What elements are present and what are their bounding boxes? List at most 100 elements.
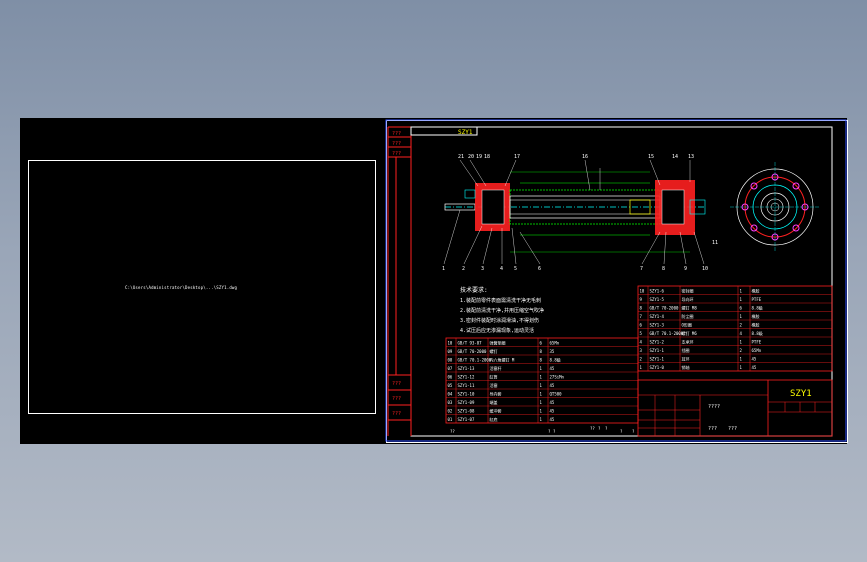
svg-text:16: 16 xyxy=(582,154,588,160)
bom-left-cell: 65Mn xyxy=(550,341,560,346)
notes-title: 技术要求: xyxy=(460,286,488,294)
bom-right-cell: 3 xyxy=(640,348,643,353)
bom-right-cell: 2 xyxy=(640,357,643,362)
bom-left-cell: 06 xyxy=(448,375,453,380)
bom-left-cell: 05 xyxy=(448,383,453,388)
bom-right-cell: SZY1-4 xyxy=(650,314,665,319)
callouts-top: 21 20 19 18 17 16 15 14 13 xyxy=(458,154,694,160)
bom-left-cell: 08 xyxy=(448,358,453,363)
bom-left-cell: 活塞杆 xyxy=(490,365,502,371)
bom-left-cell: 8.8级 xyxy=(550,357,561,363)
svg-text:3: 3 xyxy=(481,266,484,272)
bom-right-cell: 1 xyxy=(740,314,743,319)
bom-right-cell: 耳环 xyxy=(682,357,690,362)
bom-right-cell: SZY1-5 xyxy=(650,297,665,302)
side-label-bottom-1: ??? xyxy=(392,381,401,387)
bom-right-cell: 橡胶 xyxy=(752,322,760,328)
svg-text:5: 5 xyxy=(514,266,517,272)
bom-left-cell: 07 xyxy=(448,366,453,371)
svg-text:7: 7 xyxy=(640,266,643,272)
outer-frame-blue xyxy=(385,119,847,442)
svg-text:21: 21 xyxy=(458,154,464,160)
bom-right-cell: 1 xyxy=(640,365,643,370)
note-1: 1.装配前零件表面需清洗干净无毛刺 xyxy=(460,297,541,304)
bom-left-cell: 03 xyxy=(448,400,453,405)
svg-text:?: ? xyxy=(620,429,623,434)
bom-left-cell: 09 xyxy=(448,349,453,354)
title-block: SZY1 ???? ??? ??? xyxy=(637,379,833,437)
bom-right-cell: 挡圈 xyxy=(682,347,690,353)
bom-table-left: 10 GB/T 93-87 弹簧垫圈 6 65Mn 09 GB/T 70-2000 螺钉 8 35… xyxy=(445,337,639,424)
bom-right-cell: 防尘圈 xyxy=(682,313,694,319)
bom-left-cell: 45 xyxy=(550,409,555,414)
svg-text:14: 14 xyxy=(672,154,678,160)
svg-text:20: 20 xyxy=(468,154,474,160)
bom-left-cell: 活塞 xyxy=(490,382,498,388)
bom-right-cell: SZY1-0 xyxy=(650,365,665,370)
bom-left-cell: 1 xyxy=(540,392,543,397)
callouts-bottom: 1 2 3 4 5 6 7 8 9 10 11 xyxy=(442,240,718,272)
bom-right-cell: 65Mn xyxy=(752,348,762,353)
bom-right-cell: 销轴 xyxy=(682,364,690,370)
bom-left-cell: 45 xyxy=(550,366,555,371)
bom-left-cell: 8 xyxy=(540,349,543,354)
bom-right-cell: 45 xyxy=(752,365,757,370)
bom-left-cell: 缓冲套 xyxy=(490,408,502,414)
bom-right-cell: 7 xyxy=(640,314,643,319)
bom-right-cell: 8.8级 xyxy=(752,305,763,311)
bom-table-right: 10 SZY1-6 密封圈 1 橡胶 9 SZY1-5 导向环 1 PTFE 8 GB/T 70-20… xyxy=(637,285,833,372)
bom-left-cell: 导向套 xyxy=(490,391,502,397)
bom-right-cell: 1 xyxy=(740,289,743,294)
bom-right-cell: 2 xyxy=(740,323,743,328)
bom-left-cell: SZY1-12 xyxy=(458,375,475,380)
bom-left-cell: 1 xyxy=(540,409,543,414)
left-label-3: ??? xyxy=(392,151,401,157)
bom-left-cell: SZY1-07 xyxy=(458,417,475,422)
left-label-1: ??? xyxy=(392,131,401,137)
note-2: 2.装配前清洗干净,并用压缩空气吹净 xyxy=(460,307,544,314)
svg-text:?: ? xyxy=(605,426,608,431)
svg-text:15: 15 xyxy=(648,154,654,160)
bom-right-cell: 1 xyxy=(740,340,743,345)
cylinder-assembly xyxy=(444,168,706,253)
bom-left-cell: SZY1-13 xyxy=(458,366,475,371)
svg-text:11: 11 xyxy=(712,240,718,246)
bom-left-cell: 1 xyxy=(540,417,543,422)
bom-left-cell: 螺钉 xyxy=(490,348,498,354)
bom-left-cell: 27SiMn xyxy=(550,375,565,380)
bom-left-cell: 1 xyxy=(540,400,543,405)
bom-right-cell: 1 xyxy=(740,365,743,370)
bom-right-cell: PTFE xyxy=(752,297,762,302)
bom-right-cell: SZY1-1 xyxy=(650,348,665,353)
bom-left-cell: 10 xyxy=(448,341,453,346)
note-4: 4.试压后应无渗漏现象,运动灵活 xyxy=(460,327,534,334)
bom-left-cell: 6 xyxy=(540,341,543,346)
bom-right-cell: GB/T 70.1-2000 xyxy=(650,331,684,336)
bom-right-cell: 9 xyxy=(640,297,643,302)
bom-right-cell: 4 xyxy=(740,331,743,336)
end-view-flange xyxy=(730,162,820,252)
svg-text:1: 1 xyxy=(442,266,445,272)
title-block-label-2: ??? xyxy=(708,426,717,432)
bom-right-cell: 导向环 xyxy=(682,296,694,302)
cad-drawing: ??? ??? ??? ??? ??? ??? SZY1 21 20 19 18… xyxy=(385,119,847,442)
bom-right-cell: 支承环 xyxy=(682,339,694,345)
bom-left-cell: 45 xyxy=(550,400,555,405)
svg-text:6: 6 xyxy=(538,266,541,272)
title-block-label-1: ???? xyxy=(708,404,720,410)
side-label-bottom-3: ??? xyxy=(392,411,401,417)
bom-right-cell: 6 xyxy=(740,306,743,311)
bom-left-cell: 缸筒 xyxy=(490,374,498,380)
bom-right-cell: 螺钉 M6 xyxy=(682,330,698,336)
bom-right-cell: 10 xyxy=(640,289,645,294)
inner-frame xyxy=(410,126,833,437)
bom-left-cell: GB/T 70.1-2000 xyxy=(458,358,492,363)
bom-right-cell: 橡胶 xyxy=(752,313,760,319)
bom-left-cell: 45 xyxy=(550,383,555,388)
bom-left-cell: QT500 xyxy=(550,392,563,397)
bom-right-cell: 8.8级 xyxy=(752,330,763,336)
bom-right-cell: SZY1-2 xyxy=(650,340,665,345)
side-label-bottom-2: ??? xyxy=(392,396,401,402)
svg-text:10: 10 xyxy=(702,266,708,272)
footer-marks: ?? ? ? ?? ? ? ? ? xyxy=(450,426,635,434)
